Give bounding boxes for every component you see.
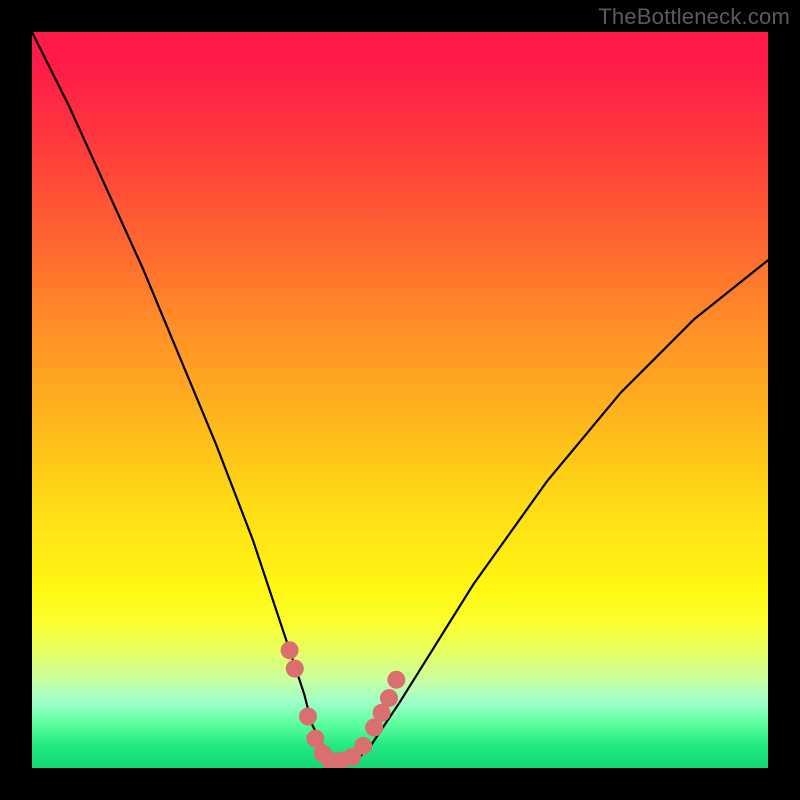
curve-marker <box>387 671 405 689</box>
watermark-text: TheBottleneck.com <box>598 4 790 30</box>
curve-marker <box>281 641 299 659</box>
chart-frame: TheBottleneck.com <box>0 0 800 800</box>
curve-layer <box>32 32 768 761</box>
curve-marker <box>299 708 317 726</box>
chart-svg <box>32 32 768 768</box>
curve-marker <box>354 737 372 755</box>
plot-area <box>32 32 768 768</box>
bottleneck-curve <box>32 32 768 761</box>
curve-marker <box>286 660 304 678</box>
marker-layer <box>281 641 406 768</box>
curve-marker <box>380 689 398 707</box>
